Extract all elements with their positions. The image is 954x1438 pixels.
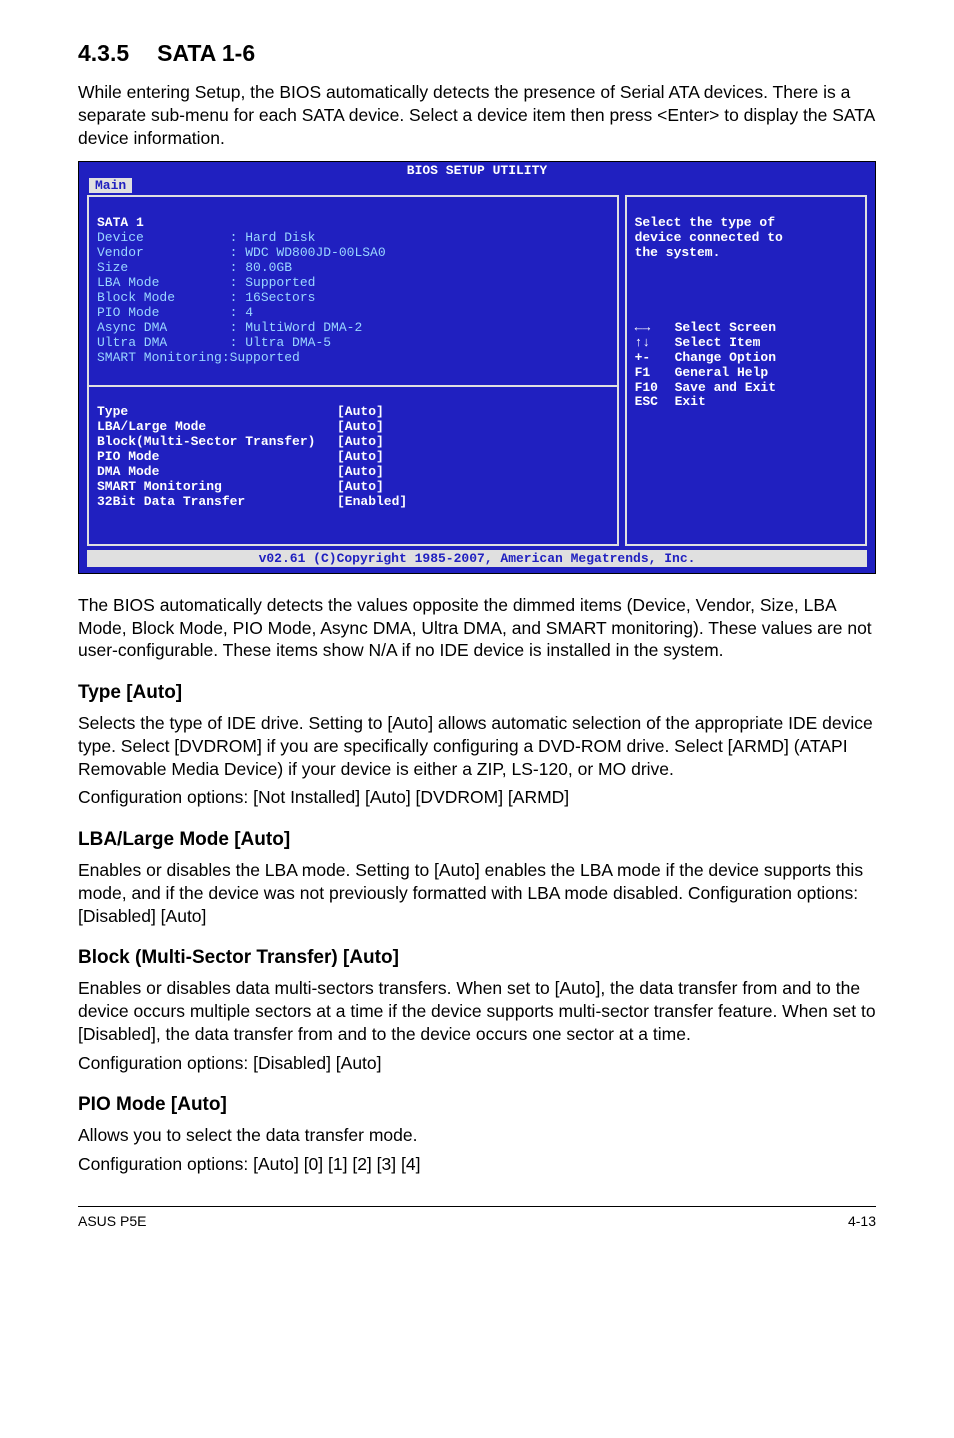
bios-sata-header: SATA 1 <box>97 215 144 230</box>
bios-tab-main: Main <box>89 178 132 193</box>
bios-tabs: Main <box>79 178 875 195</box>
bios-nav-keys: ←→Select Screen↑↓Select Item+-Change Opt… <box>635 321 857 411</box>
body-paragraph: Enables or disables data multi-sectors t… <box>78 977 876 1045</box>
body-paragraph: Selects the type of IDE drive. Setting t… <box>78 712 876 780</box>
bios-cfg-rows: Type[Auto]LBA/Large Mode[Auto]Block(Mult… <box>97 405 609 510</box>
bios-left-panel: SATA 1 Device : Hard DiskVendor : WDC WD… <box>87 195 619 546</box>
bios-dim-row: Size : 80.0GB <box>97 261 609 276</box>
bios-cfg-row: Type[Auto] <box>97 405 609 420</box>
bios-dim-row: Block Mode : 16Sectors <box>97 291 609 306</box>
bios-nav-row: +-Change Option <box>635 351 857 366</box>
bios-dim-row: Ultra DMA : Ultra DMA-5 <box>97 336 609 351</box>
bios-dim-row: Async DMA : MultiWord DMA-2 <box>97 321 609 336</box>
bios-nav-row: F1General Help <box>635 366 857 381</box>
section-number: 4.3.5 <box>78 40 129 67</box>
bios-cfg-row: 32Bit Data Transfer[Enabled] <box>97 495 609 510</box>
bios-cfg-row: DMA Mode[Auto] <box>97 465 609 480</box>
bios-cfg-row: SMART Monitoring[Auto] <box>97 480 609 495</box>
body-paragraph: Configuration options: [Auto] [0] [1] [2… <box>78 1153 876 1176</box>
body-paragraph: Configuration options: [Not Installed] [… <box>78 786 876 809</box>
bios-dim-rows: Device : Hard DiskVendor : WDC WD800JD-0… <box>97 231 609 365</box>
body-paragraph: Configuration options: [Disabled] [Auto] <box>78 1052 876 1075</box>
bios-dim-row: PIO Mode : 4 <box>97 306 609 321</box>
subsection-heading: PIO Mode [Auto] <box>78 1094 876 1116</box>
bios-nav-row: ESCExit <box>635 395 857 410</box>
bios-dim-row: Device : Hard Disk <box>97 231 609 246</box>
after-bios-paragraph: The BIOS automatically detects the value… <box>78 594 876 662</box>
bios-screenshot: BIOS SETUP UTILITY Main SATA 1 Device : … <box>78 161 876 574</box>
bios-nav-row: F10Save and Exit <box>635 381 857 396</box>
bios-help-text: Select the type of device connected to t… <box>635 215 783 260</box>
page-footer: ASUS P5E 4-13 <box>78 1206 876 1229</box>
body-paragraph: Enables or disables the LBA mode. Settin… <box>78 859 876 927</box>
bios-dim-row: Vendor : WDC WD800JD-00LSA0 <box>97 246 609 261</box>
bios-title: BIOS SETUP UTILITY <box>79 162 875 178</box>
footer-left: ASUS P5E <box>78 1213 146 1229</box>
bios-cfg-row: LBA/Large Mode[Auto] <box>97 420 609 435</box>
bios-cfg-row: Block(Multi-Sector Transfer)[Auto] <box>97 435 609 450</box>
bios-right-panel: Select the type of device connected to t… <box>625 195 867 546</box>
body-paragraph: Allows you to select the data transfer m… <box>78 1124 876 1147</box>
intro-paragraph: While entering Setup, the BIOS automatic… <box>78 81 876 149</box>
subsection-heading: Type [Auto] <box>78 682 876 704</box>
bios-dim-row: SMART Monitoring:Supported <box>97 351 609 366</box>
subsection-heading: Block (Multi-Sector Transfer) [Auto] <box>78 947 876 969</box>
bios-copyright: v02.61 (C)Copyright 1985-2007, American … <box>87 550 867 567</box>
footer-right: 4-13 <box>848 1213 876 1229</box>
section-heading: 4.3.5 SATA 1-6 <box>78 40 876 67</box>
bios-nav-row: ↑↓Select Item <box>635 336 857 351</box>
bios-nav-row: ←→Select Screen <box>635 321 857 336</box>
bios-cfg-row: PIO Mode[Auto] <box>97 450 609 465</box>
section-title: SATA 1-6 <box>157 40 255 66</box>
bios-dim-row: LBA Mode : Supported <box>97 276 609 291</box>
subsection-heading: LBA/Large Mode [Auto] <box>78 829 876 851</box>
